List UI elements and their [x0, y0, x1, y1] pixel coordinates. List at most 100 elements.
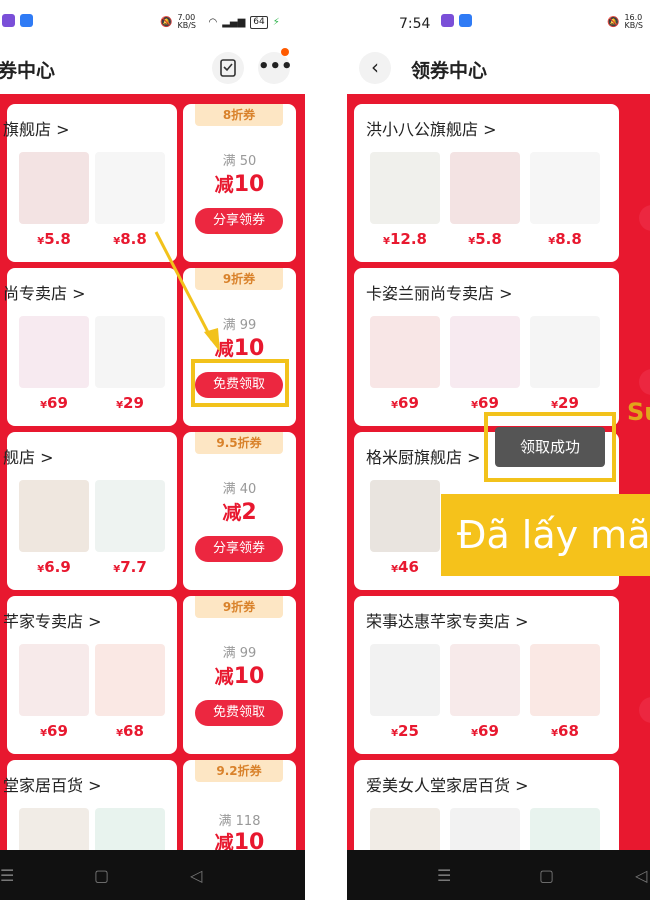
coupon-card: 9折券 满 99 减10 免费领取: [183, 596, 296, 754]
product-image[interactable]: [370, 152, 440, 224]
back-nav-icon[interactable]: ◁: [190, 866, 202, 885]
home-icon[interactable]: ▢: [539, 866, 554, 885]
coupon-threshold: 满 118: [218, 814, 261, 829]
store-card[interactable]: 芊家专卖店 > ¥69 ¥68: [3, 596, 177, 754]
coupon-amount: 减10: [214, 664, 265, 689]
share-icon: [220, 59, 236, 77]
system-icons: 🔕 16.0 KB/S: [607, 14, 650, 30]
status-bar: 🔕 7.00 KB/S ◠ ▂▄▆ 64 ⚡: [0, 0, 305, 48]
product-image[interactable]: [450, 644, 520, 716]
claim-coupon-button[interactable]: 免费领取: [195, 700, 283, 726]
battery-icon: 64: [250, 15, 268, 29]
product-image[interactable]: [19, 152, 89, 224]
product-price: ¥69: [471, 394, 499, 412]
store-name[interactable]: 舰店 >: [3, 444, 54, 468]
store-card[interactable]: 舰店 > ¥6.9 ¥7.7: [3, 432, 177, 590]
product-image[interactable]: [530, 644, 600, 716]
wifi-icon: ◠: [208, 16, 218, 28]
clock: 7:54: [399, 16, 431, 32]
product-price: ¥8.8: [548, 230, 582, 248]
store-name[interactable]: 卡姿兰丽尚专卖店 >: [366, 280, 513, 304]
system-nav-bar: ☰ ▢ ◁: [347, 850, 650, 900]
highlight-box: [484, 412, 616, 482]
product-image[interactable]: [530, 152, 600, 224]
product-price: ¥69: [391, 394, 419, 412]
product-price: ¥6.9: [37, 558, 71, 576]
highlight-box: [191, 359, 289, 407]
net-speed: 16.0 KB/S: [624, 13, 643, 30]
nav-bar: 券中心 •••: [0, 48, 305, 94]
product-image[interactable]: [370, 480, 440, 552]
back-nav-icon[interactable]: ◁: [635, 866, 647, 885]
product-image[interactable]: [450, 316, 520, 388]
app-notification-icon: [459, 14, 472, 27]
product-image[interactable]: [19, 480, 89, 552]
menu-icon[interactable]: ☰: [437, 866, 451, 885]
store-name[interactable]: 尚专卖店 >: [3, 280, 86, 304]
product-image[interactable]: [530, 316, 600, 388]
coupon-button-edge[interactable]: [639, 369, 650, 395]
signal-icon: ▂▄▆: [222, 16, 246, 28]
store-name[interactable]: 爱美女人堂家居百货 >: [366, 772, 529, 796]
system-icons: 🔕 7.00 KB/S ◠ ▂▄▆ 64 ⚡: [160, 14, 280, 30]
store-name[interactable]: 堂家居百货 >: [3, 772, 102, 796]
product-price: ¥68: [116, 722, 144, 740]
app-icons: [2, 14, 33, 27]
app-notification-icon: [2, 14, 15, 27]
caption-banner: Đã lấy mã: [441, 494, 650, 576]
product-image[interactable]: [370, 316, 440, 388]
right-phone-screen: 7:54 🔕 16.0 KB/S ‹ 领券中心 洪小八公旗舰店 > ¥12.8 …: [347, 0, 650, 900]
nav-bar: ‹ 领券中心: [347, 48, 650, 94]
notification-dot: [281, 48, 289, 56]
product-price: ¥69: [40, 722, 68, 740]
store-card[interactable]: 卡姿兰丽尚专卖店 > ¥69 ¥69 ¥29: [354, 268, 619, 426]
back-button[interactable]: ‹: [359, 52, 391, 84]
coupon-threshold: 满 40: [222, 482, 257, 497]
app-notification-icon: [441, 14, 454, 27]
system-nav-bar: ☰ ▢ ◁: [0, 850, 305, 900]
product-image[interactable]: [19, 644, 89, 716]
product-image[interactable]: [95, 480, 165, 552]
store-name[interactable]: 荣事达惠芊家专卖店 >: [366, 608, 529, 632]
product-price: ¥25: [391, 722, 419, 740]
store-name[interactable]: 芊家专卖店 >: [3, 608, 102, 632]
mute-icon: 🔕: [160, 16, 173, 28]
arrow-annotation: [154, 231, 220, 352]
coupon-card: 9.5折券 满 40 减2 分享领券: [183, 432, 296, 590]
product-image[interactable]: [19, 316, 89, 388]
coupon-threshold: 满 50: [222, 154, 257, 169]
coupon-button-edge[interactable]: [639, 205, 650, 231]
store-name[interactable]: 洪小八公旗舰店 >: [366, 116, 497, 140]
product-image[interactable]: [95, 644, 165, 716]
status-bar: 7:54 🔕 16.0 KB/S: [347, 0, 650, 48]
product-image[interactable]: [450, 152, 520, 224]
product-price: ¥29: [116, 394, 144, 412]
store-name[interactable]: 旗舰店 >: [3, 116, 70, 140]
product-price: ¥12.8: [383, 230, 427, 248]
net-speed: 7.00 KB/S: [177, 13, 196, 30]
product-price: ¥5.8: [468, 230, 502, 248]
coupon-amount: 减10: [214, 172, 265, 197]
product-image[interactable]: [370, 644, 440, 716]
charging-icon: ⚡: [272, 16, 280, 28]
product-price: ¥69: [471, 722, 499, 740]
product-image[interactable]: [95, 152, 165, 224]
product-price: ¥69: [40, 394, 68, 412]
left-phone-screen: 🔕 7.00 KB/S ◠ ▂▄▆ 64 ⚡ 券中心 ••• 旗舰店 > ¥5.…: [0, 0, 305, 900]
store-card[interactable]: 洪小八公旗舰店 > ¥12.8 ¥5.8 ¥8.8: [354, 104, 619, 262]
discount-tag: 9.2折券: [195, 760, 283, 782]
store-card[interactable]: 荣事达惠芊家专卖店 > ¥25 ¥69 ¥68: [354, 596, 619, 754]
coupon-button-edge[interactable]: [639, 697, 650, 723]
more-button[interactable]: •••: [258, 52, 293, 84]
page-title: 券中心: [0, 60, 56, 82]
discount-tag: 9.5折券: [195, 432, 283, 454]
app-icons: [441, 14, 472, 27]
menu-icon[interactable]: ☰: [0, 866, 14, 885]
home-icon[interactable]: ▢: [94, 866, 109, 885]
product-price: ¥7.7: [113, 558, 147, 576]
share-button[interactable]: [212, 52, 244, 84]
page-title: 领券中心: [411, 60, 488, 82]
store-name[interactable]: 格米厨旗舰店 >: [366, 444, 481, 468]
mute-icon: 🔕: [607, 16, 620, 28]
share-coupon-button[interactable]: 分享领券: [195, 536, 283, 562]
